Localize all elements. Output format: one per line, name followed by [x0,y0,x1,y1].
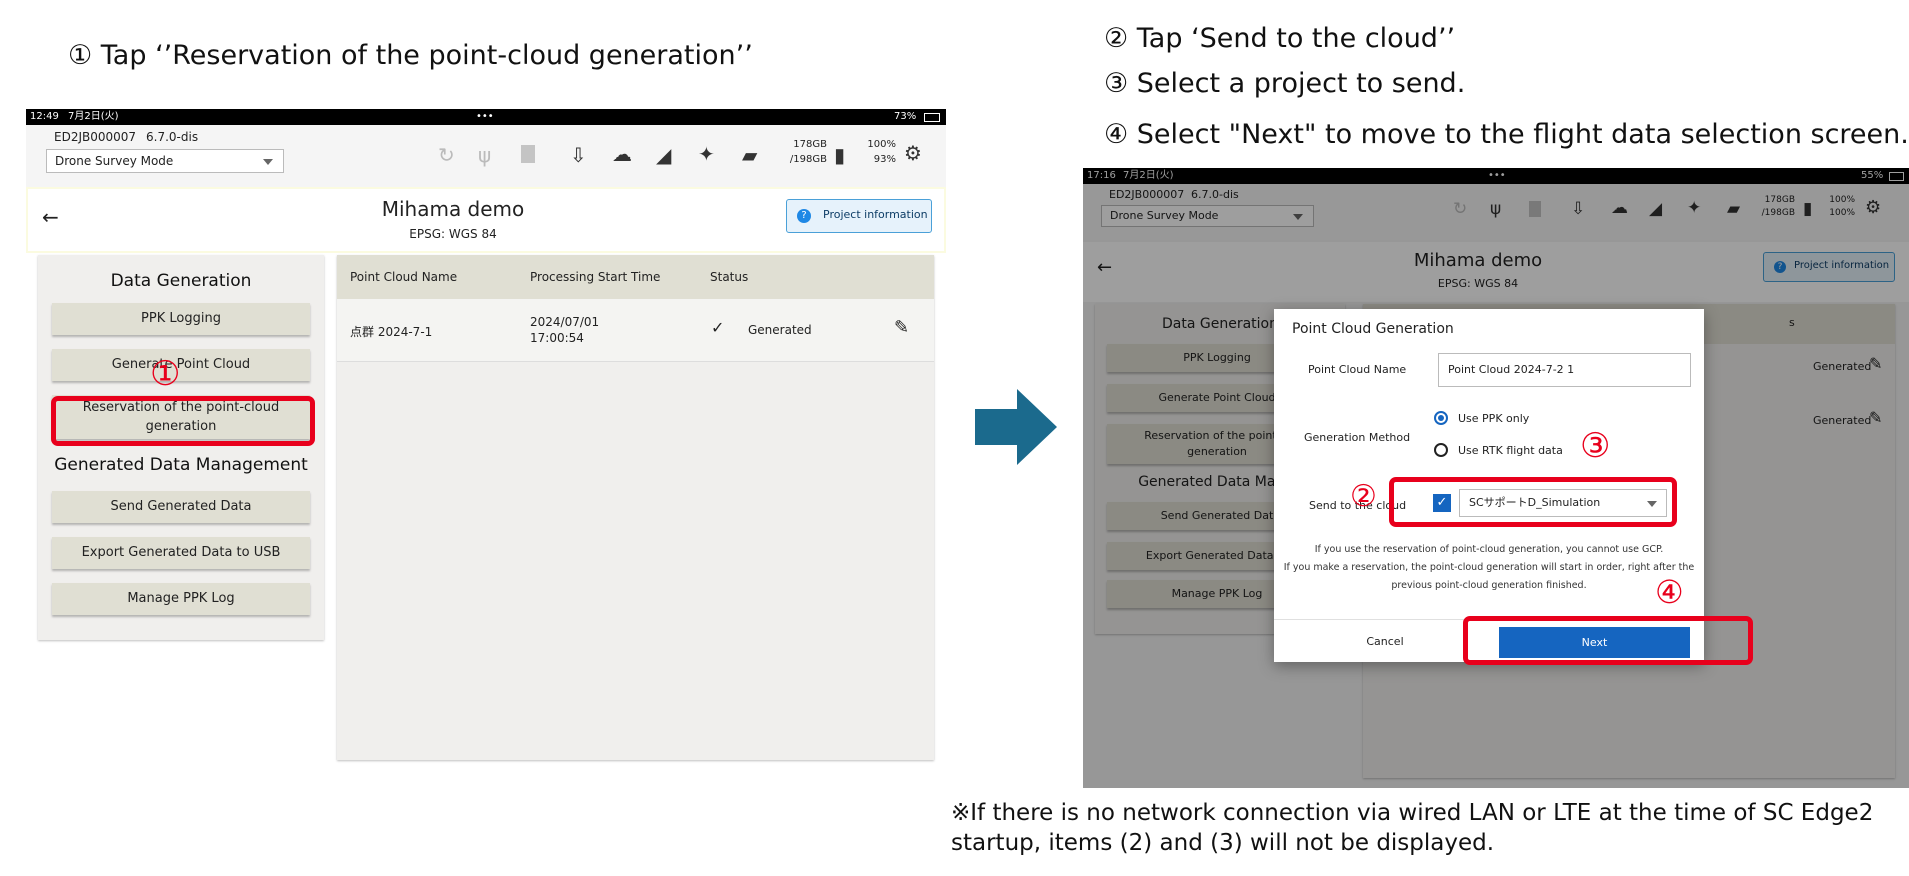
dialog-title: Point Cloud Generation [1292,321,1454,337]
storage-total: /198GB [789,154,827,165]
left-screenshot: 12:49 7月2日(火) ••• 73% ED2JB000007 6.7.0-… [26,109,946,765]
battery-a: 100% [867,139,896,150]
step2-caption: ② Tap ‘Send to the cloud’’ [1104,23,1456,54]
send-generated-data-button[interactable]: Send Generated Data [52,491,310,523]
project-information-label: Project information [823,208,928,221]
manage-ppk-log-button[interactable]: Manage PPK Log [52,583,310,615]
table-row[interactable]: 点群 2024-7-1 2024/07/01 17:00:54 ✓ Genera… [337,299,934,362]
option-ppk-only: Use PPK only [1458,412,1530,425]
project-bar: ← Mihama demo EPSG: WGS 84 ? Project inf… [26,187,946,253]
info-line-3: previous point-cloud generation finished… [1391,580,1587,591]
folder-icon[interactable]: ▰ [742,143,757,167]
pencil-icon[interactable]: ✎ [894,317,909,338]
highlight-reservation [51,396,315,446]
step4-caption: ④ Select "Next" to move to the flight da… [1104,119,1909,150]
app-version: 6.7.0-dis [146,130,199,144]
table-header: Point Cloud Name Processing Start Time S… [337,255,934,299]
point-cloud-table: Point Cloud Name Processing Start Time S… [337,255,934,760]
row-status: Generated [748,323,812,337]
status-date: 7月2日(火) [68,111,119,122]
cancel-button[interactable]: Cancel [1330,627,1440,657]
radio-rtk[interactable] [1434,443,1448,457]
footnote-line-1: ※If there is no network connection via w… [951,800,1874,826]
download-icon[interactable]: ⇩ [570,143,587,167]
dialog-info-text: If you use the reservation of point-clou… [1274,541,1704,595]
info-line-2: If you make a reservation, the point-clo… [1283,562,1695,573]
battery-pack-icon: ▮ [834,143,846,167]
status-bar: 12:49 7月2日(火) ••• 73% [26,109,946,125]
mode-select-value: Drone Survey Mode [55,154,174,168]
step3-caption: ③ Select a project to send. [1104,68,1466,99]
row-date: 2024/07/01 [530,315,600,329]
back-arrow-icon[interactable]: ← [42,205,59,229]
generated-data-heading: Generated Data Management [54,455,308,475]
footnote-line-2: startup, items (2) and (3) will not be d… [951,830,1495,856]
generate-point-cloud-button[interactable]: Generate Point Cloud [52,349,310,381]
marker-1: ① [150,354,181,394]
option-rtk: Use RTK flight data [1458,444,1563,457]
radio-ppk-only[interactable] [1434,411,1448,425]
battery-readout: 100% 93% [862,137,896,167]
marker-4: ④ [1655,573,1684,611]
footnote: ※If there is no network connection via w… [951,798,1873,858]
device-id: ED2JB000007 [54,130,137,144]
satellite-icon[interactable]: ✦ [698,142,715,166]
storage-used: 178GB [793,139,827,150]
col-status: Status [710,270,749,284]
refresh-icon[interactable]: ↻ [438,143,455,167]
help-icon: ? [797,209,811,223]
point-cloud-name-input[interactable]: Point Cloud 2024-7-2 1 [1438,353,1691,387]
project-epsg: EPSG: WGS 84 [409,227,497,241]
storage-readout: 178GB /198GB [779,137,827,167]
col-name: Point Cloud Name [350,270,458,284]
status-dots: ••• [476,111,494,122]
usb-icon[interactable]: ψ [478,143,491,167]
mode-select[interactable]: Drone Survey Mode [46,149,284,173]
app-header: ED2JB000007 6.7.0-dis Drone Survey Mode … [26,125,946,187]
chevron-down-icon [263,159,273,165]
ppk-logging-button[interactable]: PPK Logging [52,303,310,335]
battery-percent: 73% [894,111,917,122]
info-line-1: If you use the reservation of point-clou… [1314,544,1664,555]
marker-3: ③ [1580,426,1611,466]
project-information-button[interactable]: ? Project information [786,199,932,233]
action-panel: Data Generation PPK Logging Generate Poi… [38,255,324,640]
row-name: 点群 2024-7-1 [350,325,433,339]
signal-icon[interactable]: ◢ [656,143,671,167]
check-icon: ✓ [711,318,725,337]
row-clock: 17:00:54 [530,331,584,345]
col-time: Processing Start Time [530,270,661,284]
project-title: Mihama demo [381,197,525,221]
sd-card-icon[interactable] [521,145,535,163]
battery-b: 93% [873,154,896,165]
cloud-icon[interactable]: ☁ [612,142,632,166]
highlight-next [1463,616,1753,665]
export-usb-button[interactable]: Export Generated Data to USB [52,537,310,569]
step1-caption: ① Tap ‘’Reservation of the point-cloud g… [68,40,753,71]
status-time: 12:49 [30,111,59,122]
highlight-send-to-cloud [1389,477,1677,527]
point-cloud-name-label: Point Cloud Name [1308,363,1407,376]
battery-icon [924,113,940,122]
radio-dot [1438,415,1444,421]
arrow-right-icon [975,389,1057,465]
gear-icon[interactable]: ⚙ [904,141,922,165]
generation-method-label: Generation Method [1304,431,1411,444]
data-generation-heading: Data Generation [110,271,252,291]
marker-2: ② [1350,479,1377,514]
